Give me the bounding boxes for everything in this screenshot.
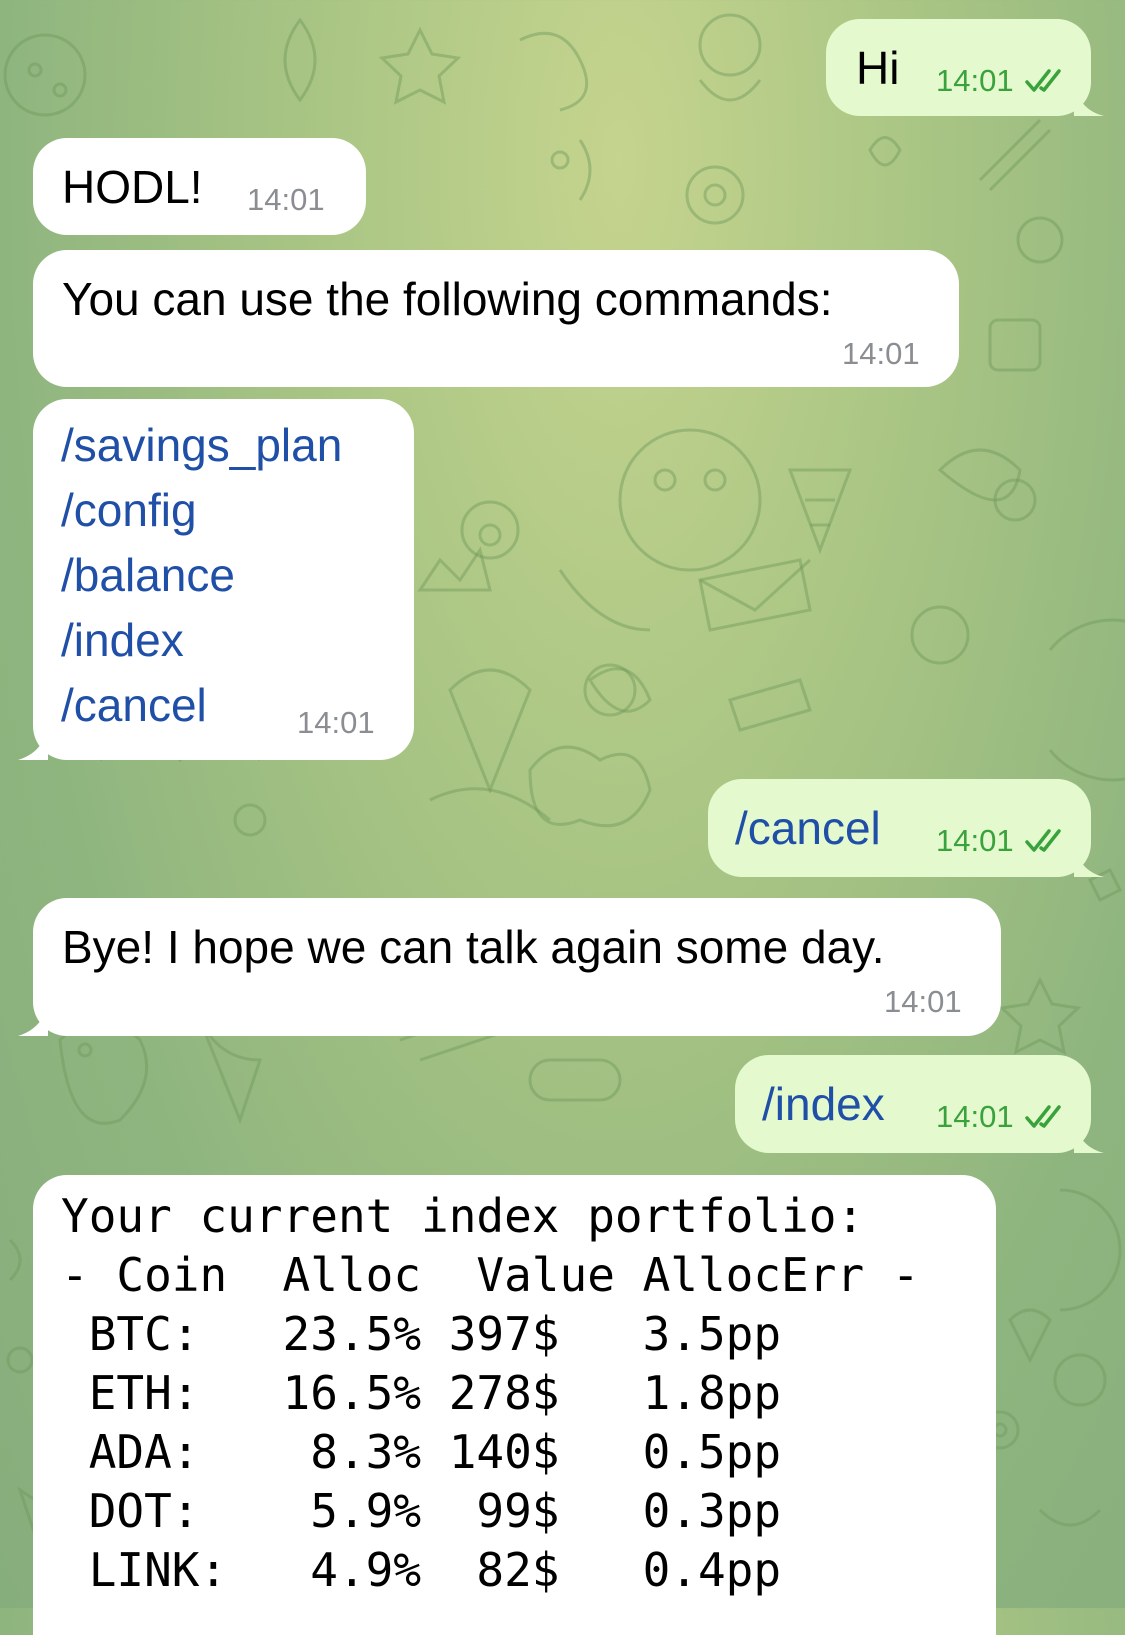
message-time: 14:01 (936, 63, 1014, 98)
portfolio-row-ada: ADA: 8.3% 140$ 0.5pp (61, 1425, 782, 1479)
command-link-index[interactable]: /index (61, 608, 342, 673)
message-text: /index (762, 1078, 885, 1130)
message-time: 14:01 (297, 705, 375, 740)
message-time: 14:01 (842, 336, 920, 371)
message-outgoing-cancel[interactable]: /cancel 14:01 (708, 779, 1091, 877)
command-link-config[interactable]: /config (61, 478, 342, 543)
portfolio-row-btc: BTC: 23.5% 397$ 3.5pp (61, 1307, 782, 1361)
double-check-icon (1025, 829, 1061, 852)
portfolio-row-link: LINK: 4.9% 82$ 0.4pp (61, 1543, 782, 1597)
message-incoming-portfolio[interactable]: Your current index portfolio: - Coin All… (33, 1175, 996, 1635)
message-text: HODL! (62, 161, 203, 213)
command-link-balance[interactable]: /balance (61, 543, 342, 608)
message-incoming-command-list[interactable]: /savings_plan /config /balance /index /c… (33, 399, 414, 760)
bubble-tail (1074, 84, 1104, 116)
message-text: /cancel (735, 802, 881, 854)
message-incoming-bye[interactable]: Bye! I hope we can talk again some day. … (33, 898, 1001, 1036)
message-text: Bye! I hope we can talk again some day. (62, 921, 885, 973)
message-incoming-commands-intro[interactable]: You can use the following commands: 14:0… (33, 250, 959, 387)
message-time: 14:01 (884, 984, 962, 1019)
message-time: 14:01 (247, 182, 325, 217)
message-outgoing-hi[interactable]: Hi 14:01 (826, 19, 1091, 116)
double-check-icon (1025, 1105, 1061, 1128)
bubble-tail (1074, 1121, 1104, 1153)
message-incoming-hodl[interactable]: HODL! 14:01 (33, 138, 366, 235)
double-check-icon (1025, 69, 1061, 92)
bubble-tail (18, 1003, 48, 1036)
portfolio-title: Your current index portfolio: (61, 1189, 865, 1243)
message-time: 14:01 (936, 823, 1014, 858)
portfolio-header: - Coin Alloc Value AllocErr - (61, 1248, 920, 1302)
command-link-savings-plan[interactable]: /savings_plan (61, 413, 342, 478)
bubble-tail (18, 727, 48, 760)
message-text: Hi (856, 42, 900, 94)
portfolio-row-eth: ETH: 16.5% 278$ 1.8pp (61, 1366, 782, 1420)
message-outgoing-index[interactable]: /index 14:01 (735, 1055, 1091, 1153)
bubble-tail (1074, 845, 1104, 877)
message-time: 14:01 (936, 1099, 1014, 1134)
portfolio-row-dot: DOT: 5.9% 99$ 0.3pp (61, 1484, 782, 1538)
message-text: You can use the following commands: (62, 273, 833, 325)
